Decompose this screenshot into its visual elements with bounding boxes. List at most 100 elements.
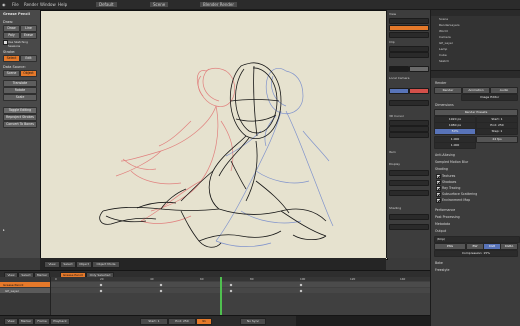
np-lock-field[interactable]: [389, 32, 429, 38]
menu-render[interactable]: Render: [24, 2, 38, 7]
section-freestyle[interactable]: Freestyle: [435, 268, 449, 272]
render-engine-select[interactable]: Blender Render: [200, 2, 238, 7]
source-scene-button[interactable]: Scene: [3, 70, 20, 77]
draw-button[interactable]: Draw: [3, 25, 20, 32]
format-select[interactable]: PNG: [434, 243, 466, 250]
section-dimensions[interactable]: Dimensions: [435, 103, 454, 107]
ds-channel-gp[interactable]: Grease Pencil: [0, 282, 50, 287]
convert-bones-button[interactable]: Convert To Bones: [3, 121, 37, 128]
np-grey-swatch[interactable]: [409, 66, 429, 72]
np-color-orange[interactable]: [389, 25, 429, 31]
res-percent-field[interactable]: 50%: [434, 128, 476, 135]
vp-object-menu[interactable]: Object: [76, 261, 92, 268]
dopesheet-area[interactable]: 0 20 40 60 80 100 120 140: [0, 277, 430, 315]
color-rgba-button[interactable]: RGBA: [500, 243, 518, 250]
textures-checkbox[interactable]: [436, 174, 441, 179]
reproject-button[interactable]: Reproject Strokes: [3, 114, 37, 121]
operator-panel-icon[interactable]: ▸: [3, 228, 5, 232]
vp-select-menu[interactable]: Select: [60, 261, 76, 268]
tl-current-frame[interactable]: 91: [196, 318, 212, 325]
np-field-6[interactable]: [389, 224, 429, 230]
outliner-row[interactable]: World: [439, 29, 448, 33]
line-button[interactable]: Line: [20, 25, 37, 32]
aspect-y-field[interactable]: 1.000: [434, 142, 476, 149]
ds-channel-layer[interactable]: GP_Layer: [0, 288, 50, 293]
np-end-field[interactable]: [389, 52, 429, 58]
tl-sync-select[interactable]: No Sync: [240, 318, 266, 325]
fps-select[interactable]: 24 fps: [476, 136, 518, 143]
blender-logo-icon[interactable]: ◉: [2, 2, 6, 7]
menu-window[interactable]: Window: [40, 2, 56, 7]
np-cursor-z[interactable]: [389, 132, 429, 138]
source-object-button[interactable]: Object: [20, 70, 37, 77]
tl-frame-menu[interactable]: Frame: [34, 318, 50, 325]
section-render[interactable]: Render: [435, 81, 446, 85]
section-performance[interactable]: Performance: [435, 208, 455, 212]
outliner-row[interactable]: Scene: [439, 17, 448, 21]
menu-file[interactable]: File: [12, 2, 19, 7]
tl-start-field[interactable]: Start: 1: [140, 318, 168, 325]
frame-step-field[interactable]: Step: 1: [476, 128, 518, 135]
ds-current-frame-line[interactable]: [220, 277, 222, 315]
color-rgb-button[interactable]: RGB: [483, 243, 501, 250]
stroke-edit-button[interactable]: Edit: [20, 55, 37, 62]
toggle-editing-button[interactable]: Toggle Editing: [3, 107, 37, 114]
tl-playback-menu[interactable]: Playback: [50, 318, 70, 325]
ds-tick: 140: [400, 277, 406, 281]
tl-end-field[interactable]: End: 250: [168, 318, 196, 325]
section-shading[interactable]: Shading: [435, 167, 448, 171]
erase-button[interactable]: Erase: [20, 32, 37, 39]
np-field-5[interactable]: [389, 214, 429, 220]
section-motion-blur[interactable]: Sampled Motion Blur: [435, 160, 468, 164]
vp-view-menu[interactable]: View: [44, 261, 60, 268]
render-button[interactable]: Render: [434, 87, 462, 94]
tl-marker-menu[interactable]: Marker: [18, 318, 34, 325]
scene-select[interactable]: Scene: [150, 2, 169, 7]
props-tabs[interactable]: [431, 71, 520, 78]
poly-button[interactable]: Poly: [3, 32, 20, 39]
draw-label: Draw:: [3, 20, 14, 24]
section-output[interactable]: Output: [435, 229, 446, 233]
section-bake[interactable]: Bake: [435, 261, 443, 265]
np-dark-swatch[interactable]: [389, 66, 409, 72]
raytracing-checkbox[interactable]: [436, 186, 441, 191]
animation-button[interactable]: Animation: [462, 87, 490, 94]
np-lens-field[interactable]: [389, 18, 429, 24]
outliner-row[interactable]: Lamp: [439, 47, 447, 51]
np-field-1[interactable]: [389, 100, 429, 106]
screen-layout-select[interactable]: Default: [96, 2, 117, 7]
translate-button[interactable]: Translate: [3, 80, 37, 87]
color-bw-button[interactable]: BW: [466, 243, 484, 250]
vp-mode-select[interactable]: Object Mode: [92, 261, 120, 268]
np-color-red[interactable]: [409, 88, 429, 94]
display-select[interactable]: Image Editor: [461, 94, 518, 101]
3d-viewport[interactable]: [40, 10, 388, 260]
outliner-row[interactable]: Sketch: [439, 59, 449, 63]
np-clip-label: Clip: [389, 40, 395, 44]
output-path-field[interactable]: /tmp/: [434, 236, 520, 243]
np-field-4[interactable]: [389, 190, 429, 196]
outliner-row[interactable]: RenderLayers: [439, 23, 460, 27]
envmap-checkbox[interactable]: [436, 198, 441, 203]
tl-view-menu[interactable]: View: [4, 318, 18, 325]
render-presets[interactable]: Render Presets: [434, 109, 518, 116]
section-metadata[interactable]: Metadata: [435, 222, 450, 226]
np-color-blue[interactable]: [389, 88, 409, 94]
compression-field[interactable]: Compression: 15%: [434, 250, 518, 257]
ds-channel-label: Grease Pencil: [3, 282, 24, 287]
outliner-row[interactable]: GP_Layer: [439, 41, 453, 45]
section-anti-aliasing[interactable]: Anti-Aliasing: [435, 153, 455, 157]
stroke-select-button[interactable]: Select: [3, 55, 20, 62]
np-field-3[interactable]: [389, 180, 429, 186]
outliner-row[interactable]: Cube: [439, 53, 447, 57]
scale-button[interactable]: Scale: [3, 94, 37, 101]
shadows-checkbox[interactable]: [436, 180, 441, 185]
rotate-button[interactable]: Rotate: [3, 87, 37, 94]
sss-checkbox[interactable]: [436, 192, 441, 197]
ds-tick: 20: [100, 277, 104, 281]
audio-button[interactable]: Audio: [490, 87, 518, 94]
section-post-processing[interactable]: Post Processing: [435, 215, 460, 219]
menu-help[interactable]: Help: [58, 2, 67, 7]
np-field-2[interactable]: [389, 170, 429, 176]
outliner-row[interactable]: Camera: [439, 35, 451, 39]
